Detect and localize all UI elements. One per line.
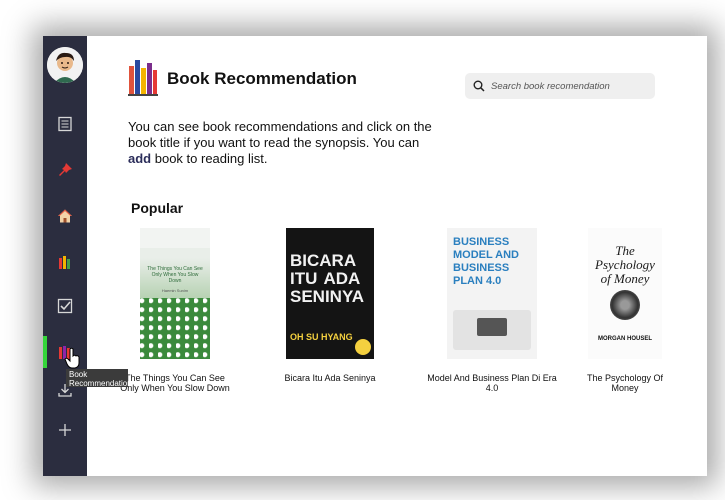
book-title[interactable]: Bicara Itu Ada Seninya [273,373,387,383]
book-card[interactable]: BUSINESS MODEL AND BUSINESS PLAN 4.0 Mod… [427,228,557,393]
book-cover[interactable]: The Things You Can See Only When You Slo… [140,228,210,359]
book-title[interactable]: Model And Business Plan Di Era 4.0 [427,373,557,393]
search-input[interactable]: Search book recomendation [465,73,655,99]
pin-icon[interactable] [55,160,75,180]
book-cover[interactable]: BUSINESS MODEL AND BUSINESS PLAN 4.0 [447,228,537,359]
book-cover[interactable]: BICARA ITU ADA SENINYA OH SU HYANG [286,228,374,359]
books-logo-icon [127,56,159,101]
sidebar [43,36,87,476]
plus-icon[interactable] [55,420,75,440]
main-content: Book Recommendation Search book recomend… [87,36,707,476]
search-placeholder: Search book recomendation [491,80,610,92]
avatar[interactable] [47,47,83,83]
book-title[interactable]: The Things You Can See Only When You Slo… [115,373,235,393]
book-cover[interactable]: The Psychology of Money MORGAN HOUSEL [588,228,662,359]
search-icon [473,80,485,92]
home-icon[interactable] [55,206,75,226]
books-stack-icon[interactable] [55,252,75,272]
active-indicator [43,336,47,368]
popular-heading: Popular [131,200,184,216]
document-icon[interactable] [55,114,75,134]
book-card[interactable]: The Psychology of Money MORGAN HOUSEL Th… [577,228,673,393]
intro-text: You can see book recommendations and cli… [128,119,432,166]
sidebar-tooltip: Book Recommendation [66,369,132,388]
add-emphasis: add [128,151,152,166]
hand-cursor-icon [64,347,82,369]
page-header: Book Recommendation [127,56,357,101]
book-card[interactable]: BICARA ITU ADA SENINYA OH SU HYANG Bicar… [273,228,387,383]
checklist-icon[interactable] [55,296,75,316]
page-title: Book Recommendation [167,68,357,88]
book-card[interactable]: The Things You Can See Only When You Slo… [115,228,235,393]
book-title[interactable]: The Psychology Of Money [577,373,673,393]
